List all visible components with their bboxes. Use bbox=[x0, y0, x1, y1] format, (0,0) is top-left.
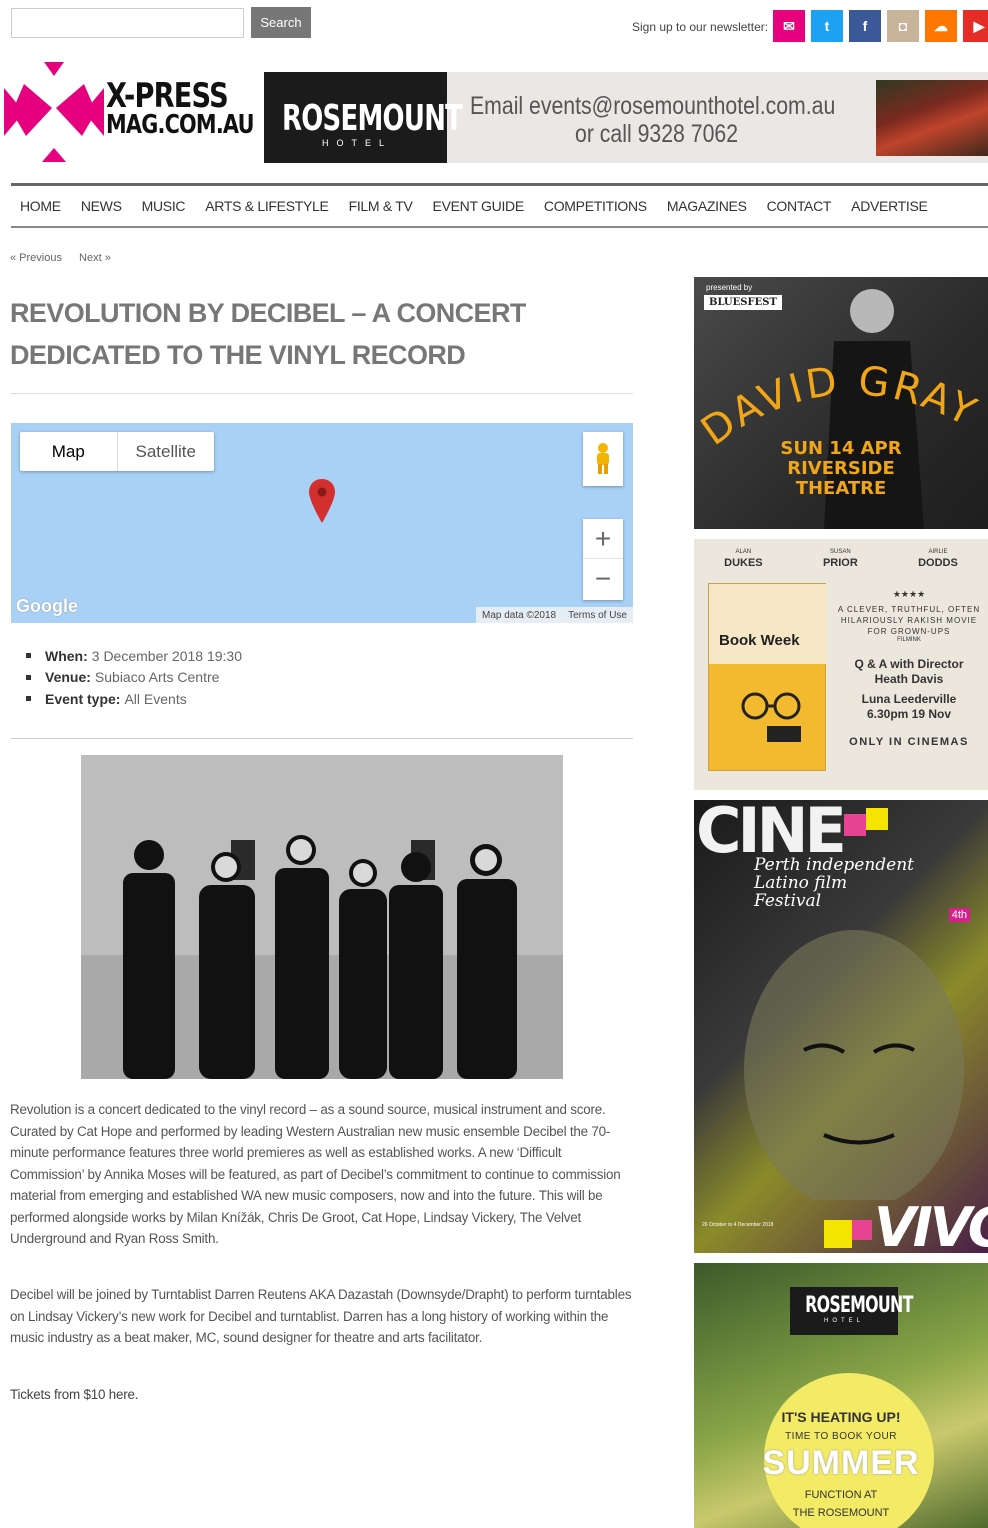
map-data-label: Map data ©2018 bbox=[482, 609, 557, 621]
event-type: Event type: All Events bbox=[28, 688, 242, 710]
ad3-dates: 26 October to 4 December 2018 bbox=[702, 1222, 774, 1228]
google-logo: Google bbox=[16, 596, 78, 616]
nav-item-arts-lifestyle[interactable]: ARTS & LIFESTYLE bbox=[205, 198, 329, 214]
header-banner-ad[interactable]: ROSEMOUNT HOTEL Email events@rosemountho… bbox=[264, 72, 988, 163]
email-icon[interactable]: ✉ bbox=[773, 10, 805, 42]
facebook-icon[interactable]: f bbox=[849, 10, 881, 42]
main-navigation: HOME NEWS MUSIC ARTS & LIFESTYLE FILM & TV EV… bbox=[11, 183, 988, 228]
nav-item-home[interactable]: HOME bbox=[20, 198, 61, 214]
search-input[interactable] bbox=[11, 8, 244, 38]
page-title: REVOLUTION BY DECIBEL – A CONCERT DEDICA… bbox=[10, 298, 526, 370]
ad3-subtitle: Perth independent Latino film Festival bbox=[754, 855, 914, 911]
nav-item-advertise[interactable]: ADVERTISE bbox=[851, 198, 928, 214]
glasses-icon bbox=[741, 692, 801, 742]
post-pager: « Previous Next » bbox=[10, 252, 125, 264]
newsletter-label: Sign up to our newsletter: bbox=[632, 20, 769, 34]
ensemble-photo bbox=[81, 755, 563, 1079]
nav-item-news[interactable]: NEWS bbox=[81, 198, 122, 214]
event-type-link[interactable]: All Events bbox=[124, 691, 186, 707]
terms-of-use-link[interactable]: Terms of Use bbox=[568, 610, 627, 621]
zoom-out-button[interactable]: − bbox=[583, 559, 623, 599]
map-type-toggle: Map Satellite bbox=[20, 432, 214, 471]
ad2-cast-member: SUSAN PRIOR bbox=[822, 549, 858, 569]
ad4-text: IT'S HEATING UP! TIME TO BOOK YOUR SUMME… bbox=[762, 1409, 920, 1519]
nav-item-event-guide[interactable]: EVENT GUIDE bbox=[433, 198, 525, 214]
event-when: When: 3 December 2018 19:30 bbox=[28, 645, 242, 667]
instagram-icon[interactable]: ◘ bbox=[887, 10, 919, 42]
sidebar-ad-david-gray[interactable]: presented by BLUESFEST DAVID GRAY SUN 14… bbox=[694, 277, 988, 529]
logo-text-line2: MAG.COM.AU bbox=[106, 110, 254, 140]
sidebar-ad-book-week[interactable]: ALAN DUKES SUSAN PRIOR AIRLIE DODDS Book Week… bbox=[694, 539, 988, 790]
ad2-cast-member: AIRLIE DODDS bbox=[918, 549, 958, 569]
article-paragraph-2: Decibel will be joined by Turntablist Da… bbox=[10, 1287, 632, 1345]
book-cover: Book Week bbox=[708, 583, 827, 771]
article-paragraph-1: Revolution is a concert dedicated to the… bbox=[10, 1102, 621, 1246]
search-button[interactable]: Search bbox=[251, 7, 311, 38]
venue-link[interactable]: Subiaco Arts Centre bbox=[95, 669, 220, 685]
zoom-controls: + − bbox=[583, 519, 623, 600]
event-map[interactable]: Map Satellite + − Google Map data ©2018 … bbox=[11, 423, 633, 623]
ad3-face bbox=[744, 930, 964, 1200]
map-type-map-button[interactable]: Map bbox=[20, 432, 117, 471]
map-type-satellite-button[interactable]: Satellite bbox=[116, 432, 215, 471]
divider bbox=[11, 393, 633, 394]
ad1-details: SUN 14 APR RIVERSIDE THEATRE bbox=[780, 438, 902, 499]
street-view-pegman-icon[interactable] bbox=[583, 432, 623, 486]
banner-brand-name: ROSEMOUNT bbox=[282, 98, 463, 139]
tickets-link[interactable]: Tickets from $10 here. bbox=[10, 1384, 638, 1406]
next-link[interactable]: Next » bbox=[79, 252, 111, 264]
map-footer: Map data ©2018 Terms of Use bbox=[476, 607, 633, 623]
nav-item-music[interactable]: MUSIC bbox=[142, 198, 186, 214]
sidebar-ad-rosemount-summer[interactable]: ROSEMOUNT HOTEL IT'S HEATING UP! TIME TO… bbox=[694, 1263, 988, 1528]
ad2-text: ★★★★ A CLEVER, TRUTHFUL, OFTEN HILARIOUS… bbox=[837, 589, 981, 748]
zoom-in-button[interactable]: + bbox=[583, 519, 623, 559]
soundcloud-icon[interactable]: ☁ bbox=[925, 10, 957, 42]
ad3-footer: VIVO bbox=[874, 1196, 988, 1253]
ad2-cast-member: ALAN DUKES bbox=[724, 549, 763, 569]
previous-link[interactable]: « Previous bbox=[10, 252, 62, 264]
map-marker-icon[interactable] bbox=[309, 479, 335, 523]
event-details: When: 3 December 2018 19:30 Venue: Subiaco… bbox=[28, 645, 242, 710]
nav-item-magazines[interactable]: MAGAZINES bbox=[667, 198, 747, 214]
twitter-icon[interactable]: t bbox=[811, 10, 843, 42]
youtube-icon[interactable]: ▶ bbox=[963, 10, 988, 42]
divider bbox=[11, 738, 633, 739]
banner-brand-sub: HOTEL bbox=[322, 138, 393, 148]
banner-crowd-photo bbox=[876, 80, 988, 156]
nav-item-contact[interactable]: CONTACT bbox=[767, 198, 832, 214]
book-title: Book Week bbox=[719, 632, 800, 649]
nav-item-film-tv[interactable]: FILM & TV bbox=[349, 198, 413, 214]
banner-brand-logo: ROSEMOUNT HOTEL bbox=[264, 72, 463, 163]
ad4-brand-logo: ROSEMOUNT HOTEL bbox=[790, 1287, 913, 1335]
nav-item-competitions[interactable]: COMPETITIONS bbox=[544, 198, 647, 214]
event-venue: Venue: Subiaco Arts Centre bbox=[28, 667, 242, 689]
banner-email-text: Email events@rosemounthotel.com.au bbox=[470, 92, 836, 120]
sidebar-ad-cine-vivo[interactable]: CINE Perth independent Latino film Festi… bbox=[694, 800, 988, 1253]
ad2-cast: ALAN DUKES SUSAN PRIOR AIRLIE DODDS bbox=[694, 547, 988, 569]
banner-phone-text: or call 9328 7062 bbox=[575, 120, 739, 148]
logo-text-line1: X-PRESS bbox=[106, 76, 229, 116]
